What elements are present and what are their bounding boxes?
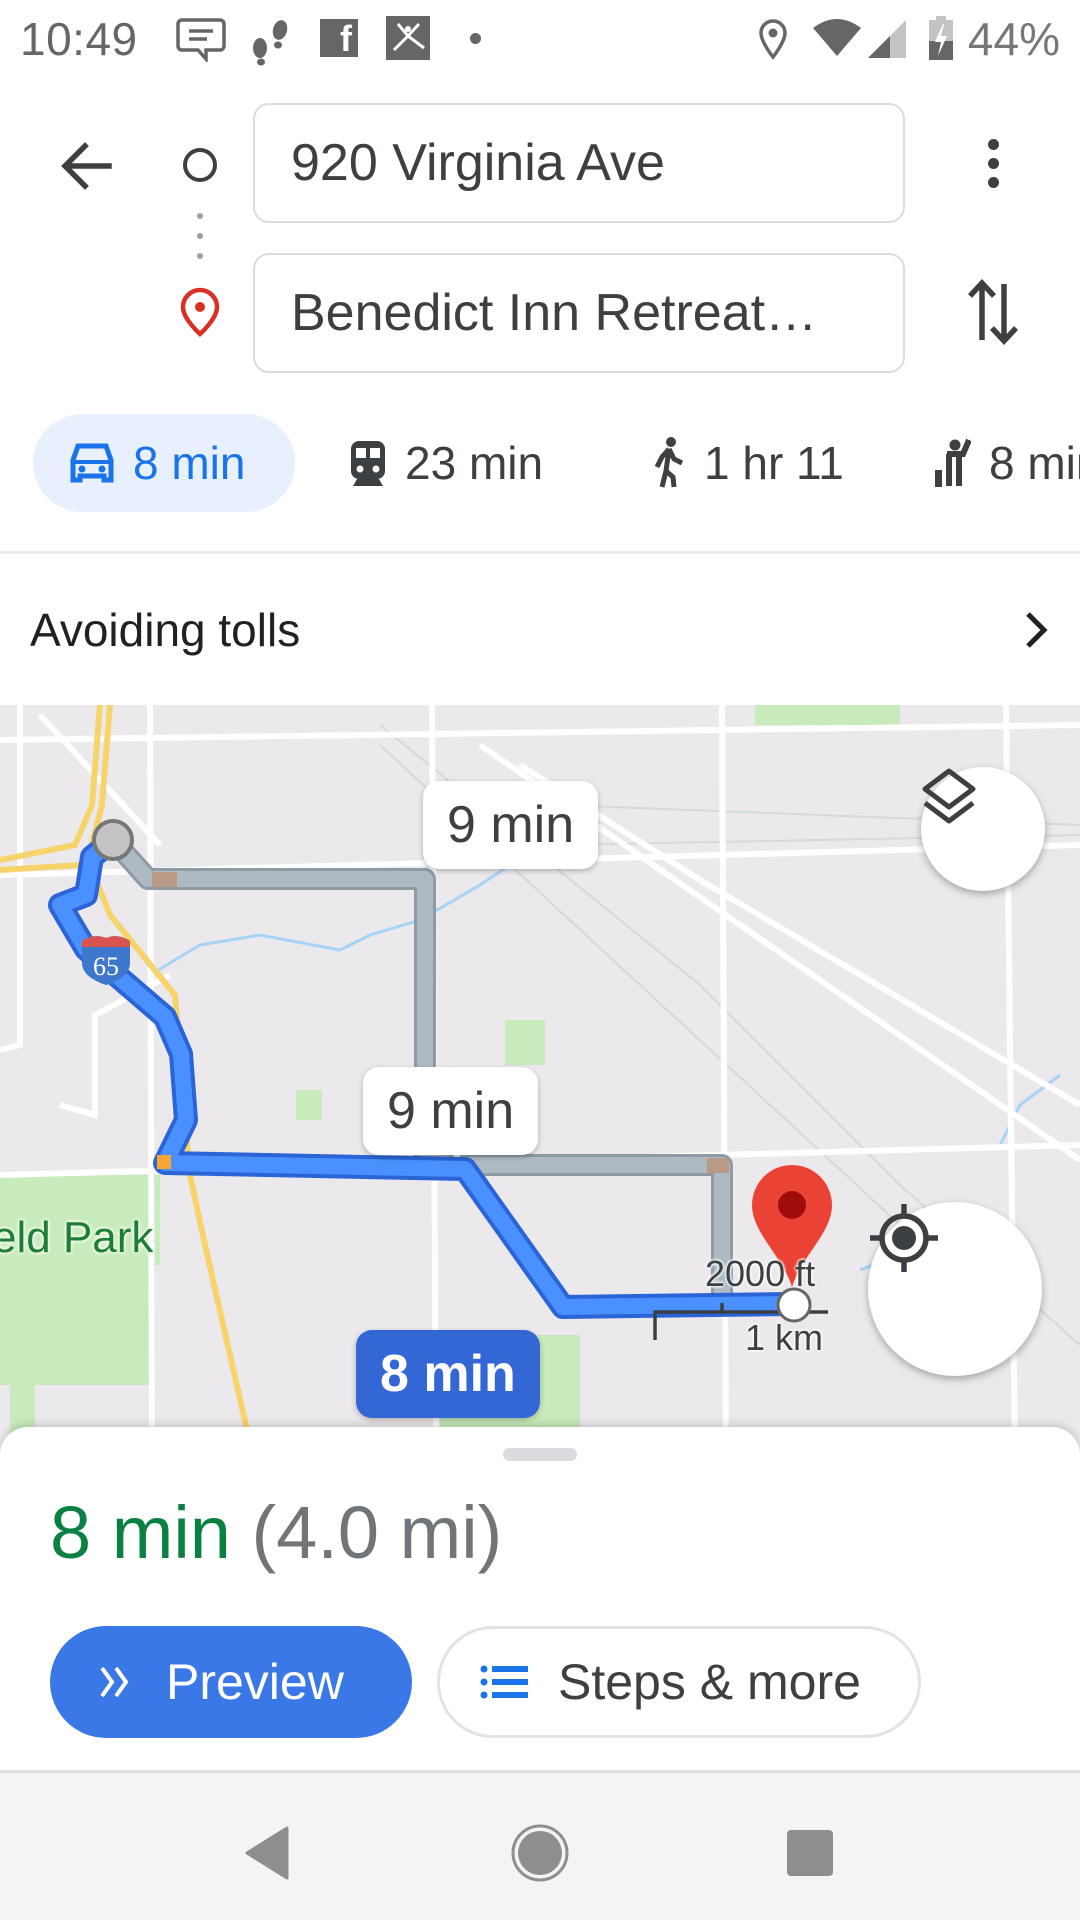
mode-tab-walking[interactable]: 1 hr 11 (652, 414, 844, 512)
double-chevron-icon (100, 1666, 129, 1698)
nav-back-button[interactable] (228, 1813, 308, 1893)
nav-home-button[interactable] (500, 1813, 580, 1893)
route-connector-dot (197, 253, 203, 259)
route-connector-dot (197, 233, 203, 239)
route-options-row[interactable]: Avoiding tolls (0, 554, 1080, 705)
swap-button[interactable] (960, 276, 1026, 348)
mode-time: 23 min (405, 437, 544, 489)
interstate-number: 65 (93, 952, 119, 981)
mode-time: 8 min (133, 437, 246, 489)
park-label: eld Park (0, 1213, 154, 1262)
fitness-app-icon (386, 16, 430, 60)
alt-route-time-label[interactable]: 9 min (423, 781, 599, 869)
more-vert-icon-dot (987, 176, 999, 188)
layers-button[interactable] (921, 767, 1045, 891)
mode-time: 8 min (989, 437, 1080, 489)
destination-pin-icon (180, 287, 220, 337)
destination-input[interactable]: Benedict Inn Retreat… (253, 253, 905, 373)
steps-and-more-button[interactable]: Steps & more (437, 1626, 921, 1738)
nav-recents-icon (787, 1830, 833, 1876)
arrow-back-icon (61, 142, 112, 190)
alt-route-time-label[interactable]: 9 min (363, 1067, 539, 1155)
layers-icon (922, 768, 976, 824)
scale-metric: 1 km (745, 1317, 824, 1358)
list-icon (480, 1665, 528, 1699)
transit-icon (351, 441, 385, 486)
system-nav-bar (0, 1770, 1080, 1920)
walk-icon (654, 437, 684, 488)
route-connector-dot (197, 213, 203, 219)
battery-percent: 44% (967, 13, 1060, 65)
nav-home-icon (511, 1824, 569, 1882)
mode-tab-driving[interactable]: 8 min (33, 414, 295, 512)
map-view[interactable]: 65 9 min 9 min 8 min eld Park 2000 ft 1 … (0, 705, 1080, 1465)
mode-tab-transit[interactable]: 23 min (349, 414, 543, 512)
preview-button[interactable]: Preview (50, 1626, 412, 1738)
selected-route-time-label[interactable]: 8 min (356, 1330, 540, 1418)
route-summary: 8 min (4.0 mi) (50, 1490, 502, 1575)
origin-circle-icon (183, 148, 217, 182)
nav-back-icon (245, 1826, 289, 1880)
swap-vert-icon (967, 278, 1019, 346)
location-icon (759, 19, 787, 60)
preview-label: Preview (166, 1654, 344, 1710)
mode-tab-ride-hail[interactable]: 8 min (935, 414, 1080, 512)
more-vert-icon-dot (987, 157, 999, 169)
sheet-drag-handle[interactable] (503, 1448, 577, 1461)
back-button[interactable] (50, 130, 122, 202)
ride-hail-icon (935, 438, 971, 487)
scale-imperial: 2000 ft (705, 1253, 816, 1294)
more-dot-icon (470, 33, 481, 44)
more-vert-icon (987, 138, 999, 150)
car-icon (70, 443, 114, 483)
footsteps-icon (253, 20, 288, 66)
mode-time: 1 hr 11 (704, 437, 844, 489)
origin-marker (92, 819, 134, 861)
status-bar: 10:49 f 44% (0, 0, 1080, 80)
facebook-icon: f (320, 19, 358, 57)
steps-label: Steps & more (558, 1654, 861, 1710)
origin-input[interactable]: 920 Virginia Ave (253, 103, 905, 223)
cell-signal-icon (868, 20, 906, 58)
wifi-icon (813, 19, 861, 56)
more-options-button[interactable] (960, 130, 1026, 196)
status-time: 10:49 (20, 13, 138, 65)
route-options-label: Avoiding tolls (30, 603, 301, 656)
battery-charging-icon (929, 16, 953, 60)
chevron-right-icon (1026, 611, 1048, 648)
nav-recents-button[interactable] (770, 1813, 850, 1893)
route-distance: (4.0 mi) (251, 1491, 503, 1574)
my-location-button[interactable] (868, 1202, 1042, 1376)
travel-mode-tabs: 8 min 23 min 1 hr 11 8 min (0, 414, 1080, 512)
route-duration: 8 min (50, 1491, 231, 1574)
message-icon (176, 18, 226, 62)
my-location-icon (870, 1204, 938, 1272)
